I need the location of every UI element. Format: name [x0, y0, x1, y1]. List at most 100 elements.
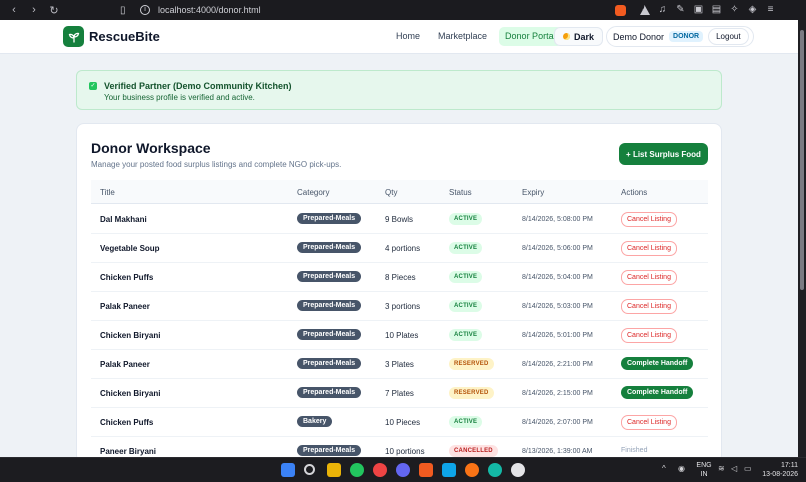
listing-expiry: 8/14/2026, 2:15:00 PM [522, 390, 593, 397]
listing-title: Chicken Puffs [100, 273, 154, 282]
clock-date: 13-08-2026 [762, 471, 798, 478]
clock-time: 17:11 [781, 462, 798, 469]
chrome-icon[interactable] [350, 463, 364, 477]
system-clock[interactable]: 17:11 13-08-2026 [760, 461, 798, 479]
sprout-logo-icon[interactable] [63, 26, 84, 47]
main-nav: Home Marketplace Donor Portal [390, 27, 562, 46]
cancel-listing-button[interactable]: Cancel Listing [621, 212, 677, 227]
listing-qty: 10 portions [385, 447, 425, 456]
dark-mode-toggle[interactable]: Dark [554, 27, 604, 46]
vscode-icon[interactable] [442, 463, 456, 477]
brave-icon[interactable] [419, 463, 433, 477]
col-title: Title [100, 188, 115, 197]
category-pill: Prepared-Meals [297, 300, 362, 311]
brand-name[interactable]: RescueBite [89, 29, 160, 44]
battery-icon[interactable]: ▭ [744, 464, 752, 473]
checkbox-check-icon: ✓ [89, 82, 97, 90]
donor-workspace-card: Donor Workspace Manage your posted food … [76, 123, 722, 457]
listing-qty: 9 Bowls [385, 215, 414, 224]
listing-qty: 7 Plates [385, 389, 414, 398]
verified-title: Verified Partner (Demo Community Kitchen… [104, 81, 292, 91]
category-pill: Prepared-Meals [297, 213, 362, 224]
table-row: Palak Paneer Prepared-Meals 3 portions ACTI… [91, 292, 708, 321]
table-row: Vegetable Soup Prepared-Meals 4 portions AC… [91, 234, 708, 263]
vpn-icon[interactable]: ◈ [747, 4, 758, 15]
listing-title: Dal Makhani [100, 215, 147, 224]
url-text[interactable]: localhost:4000/donor.html [158, 5, 607, 15]
nav-home[interactable]: Home [390, 27, 426, 46]
listing-qty: 3 portions [385, 302, 421, 311]
app-icon[interactable] [465, 463, 479, 477]
table-row: Chicken Puffs Bakery 10 Pieces ACTIVE 8/14/2… [91, 408, 708, 437]
listing-expiry: 8/14/2026, 5:01:00 PM [522, 332, 593, 339]
category-pill: Prepared-Meals [297, 358, 362, 369]
listing-title: Chicken Biryani [100, 331, 161, 340]
back-icon[interactable]: ‹ [8, 4, 20, 17]
github-icon[interactable] [511, 463, 525, 477]
file-explorer-icon[interactable] [327, 463, 341, 477]
complete-handoff-button[interactable]: Complete Handoff [621, 386, 694, 399]
category-pill: Prepared-Meals [297, 387, 362, 398]
bookmark-icon[interactable]: ▯ [120, 5, 132, 16]
page-title: Donor Workspace [91, 140, 211, 156]
scrollbar-thumb[interactable] [800, 30, 804, 290]
wallet-icon[interactable]: ▤ [711, 4, 722, 15]
table-row: Paneer Biryani Prepared-Meals 10 portions C… [91, 437, 708, 457]
status-badge: RESERVED [449, 387, 494, 399]
extensions-icon[interactable]: ✎ [675, 4, 686, 15]
status-badge: ACTIVE [449, 416, 483, 428]
table-header: Title Category Qty Status Expiry Actions [91, 180, 708, 204]
site-info-icon[interactable]: i [140, 5, 150, 15]
leo-icon[interactable]: ✧ [729, 4, 740, 15]
cancel-listing-button[interactable]: Cancel Listing [621, 241, 677, 256]
moon-icon [563, 33, 570, 40]
nav-donor-portal[interactable]: Donor Portal [499, 27, 562, 46]
tray-app-icon[interactable]: ◉ [678, 464, 685, 473]
listing-title: Palak Paneer [100, 360, 150, 369]
listing-expiry: 8/14/2026, 5:03:00 PM [522, 303, 593, 310]
reload-icon[interactable]: ↻ [48, 4, 60, 17]
cancel-listing-button[interactable]: Cancel Listing [621, 415, 677, 430]
chrome-alt-icon[interactable] [373, 463, 387, 477]
table-row: Chicken Biryani Prepared-Meals 10 Plates AC… [91, 321, 708, 350]
logout-button[interactable]: Logout [708, 28, 749, 45]
nav-marketplace[interactable]: Marketplace [432, 27, 493, 46]
list-surplus-food-button[interactable]: + List Surplus Food [619, 143, 708, 165]
brave-shield-icon[interactable] [615, 4, 626, 16]
search-icon[interactable] [304, 464, 315, 475]
windows-taskbar: ^ ◉ ENG IN ≋ ◁ ▭ 17:11 13-08-2026 [0, 457, 806, 482]
complete-handoff-button[interactable]: Complete Handoff [621, 357, 694, 370]
discord-icon[interactable] [396, 463, 410, 477]
listing-qty: 8 Pieces [385, 273, 416, 282]
col-actions: Actions [621, 188, 648, 197]
status-badge: ACTIVE [449, 300, 483, 312]
status-badge: ACTIVE [449, 242, 483, 254]
forward-icon[interactable]: › [28, 4, 40, 17]
status-badge: CANCELLED [449, 445, 498, 457]
listing-qty: 3 Plates [385, 360, 414, 369]
volume-icon[interactable]: ◁ [731, 464, 737, 473]
media-icon[interactable]: ♫ [657, 4, 668, 15]
lang-top: ENG [696, 462, 712, 469]
sidebar-icon[interactable]: ▣ [693, 4, 704, 15]
category-pill: Prepared-Meals [297, 242, 362, 253]
table-row: Dal Makhani Prepared-Meals 9 Bowls ACTIVE 8/… [91, 205, 708, 234]
cancel-listing-button[interactable]: Cancel Listing [621, 328, 677, 343]
col-qty: Qty [385, 188, 398, 197]
edge-icon[interactable] [488, 463, 502, 477]
page-scrollbar[interactable] [798, 20, 806, 457]
lang-bottom: IN [700, 471, 708, 478]
wifi-icon[interactable]: ≋ [718, 464, 725, 473]
cancel-listing-button[interactable]: Cancel Listing [621, 299, 677, 314]
page-subtitle: Manage your posted food surplus listings… [91, 160, 342, 169]
windows-start-icon[interactable] [281, 463, 295, 477]
download-icon[interactable]: ⤓ [639, 4, 650, 15]
category-pill: Prepared-Meals [297, 271, 362, 282]
tray-chevron-icon[interactable]: ^ [662, 464, 666, 473]
listing-title: Vegetable Soup [100, 244, 160, 253]
menu-icon[interactable]: ≡ [765, 4, 776, 15]
cancel-listing-button[interactable]: Cancel Listing [621, 270, 677, 285]
finished-label: Finished [621, 447, 648, 454]
address-bar[interactable]: ▯ i localhost:4000/donor.html [120, 2, 650, 18]
language-indicator[interactable]: ENG IN [696, 461, 712, 479]
